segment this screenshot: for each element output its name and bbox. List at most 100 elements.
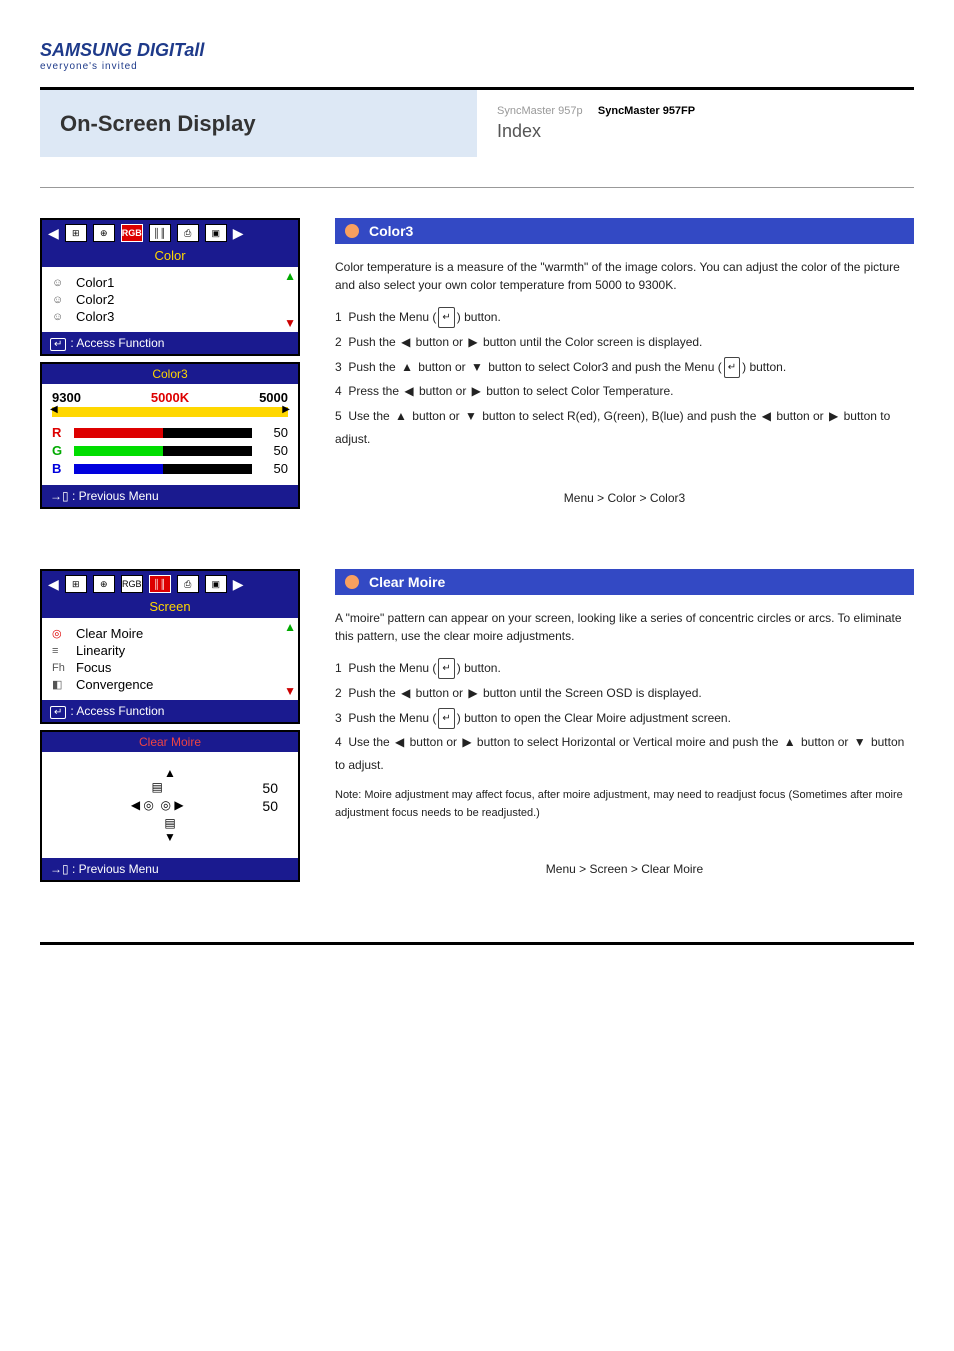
color3-icon: ☺ (52, 311, 70, 323)
list-item[interactable]: FhFocus (52, 660, 288, 675)
right-arrow-icon: ▶ (472, 384, 481, 398)
step-1: 1 Push the Menu (↵) button. (335, 306, 914, 329)
tab-icon-position-icon[interactable]: ⊞ (65, 575, 87, 593)
enter-icon: ↵ (50, 338, 66, 351)
tab-icon-geometry-icon[interactable]: ⊕ (93, 575, 115, 593)
enter-icon: ↵ (438, 658, 454, 679)
tabs-right-arrow[interactable]: ▶ (233, 225, 244, 242)
list-scroll-up-icon[interactable]: ▲ (284, 620, 296, 634)
b-slider[interactable]: B50 (52, 461, 288, 476)
down-arrow-icon: ▼ (465, 409, 477, 423)
tab-icon-screen-icon[interactable]: ║║ (149, 575, 171, 593)
left-arrow-icon: ◀ (395, 735, 404, 749)
tab-icon-info-icon[interactable]: ▣ (205, 575, 227, 593)
list-scroll-down-icon[interactable]: ▼ (284, 316, 296, 330)
footer-divider (40, 942, 914, 945)
step-3: 3 Push the Menu (↵) button to open the C… (335, 707, 914, 730)
left-arrow-icon: ◀ (401, 686, 410, 700)
tab-icon-advanced-icon[interactable]: ⎙ (177, 575, 199, 593)
left-arrow-icon: ◀ (762, 409, 771, 423)
up-arrow-icon: ▲ (784, 735, 796, 749)
list-item[interactable]: ≡Linearity (52, 643, 288, 658)
section-title: Clear Moire (369, 574, 445, 590)
divider (40, 187, 914, 188)
section-description: Color temperature is a measure of the "w… (335, 258, 914, 294)
tab-icon-color-icon[interactable]: RGB (121, 224, 143, 242)
section-description: A "moire" pattern can appear on your scr… (335, 609, 914, 645)
right-arrow-icon: ▶ (468, 335, 477, 349)
list-scroll-down-icon[interactable]: ▼ (284, 684, 296, 698)
step-2: 2 Push the ◀ button or ▶ button until th… (335, 682, 914, 705)
left-arrow-icon: ◀ (131, 798, 140, 812)
tabs-left-arrow[interactable]: ◀ (48, 225, 59, 242)
right-arrow-icon: ▶ (462, 735, 471, 749)
list-item[interactable]: ☺Color3 (52, 309, 288, 324)
steps: 1 Push the Menu (↵) button. 2 Push the ◀… (335, 306, 914, 451)
list-item[interactable]: ◎Clear Moire (52, 626, 288, 641)
focus-icon: Fh (52, 662, 70, 674)
up-arrow-icon: ▲ (164, 766, 176, 780)
osd-color-panel: ◀ ⊞ ⊕ RGB ║║ ⎙ ▣ ▶ Color ▲ ▼ ☺Color1 ☺Co… (40, 218, 300, 356)
header-bar: On-Screen Display SyncMaster 957p SyncMa… (40, 87, 914, 157)
step-4: 4 Use the ◀ button or ▶ button to select… (335, 731, 914, 777)
tabs-right-arrow[interactable]: ▶ (233, 576, 244, 593)
linearity-icon: ≡ (52, 645, 70, 657)
scale-9300: 9300 (52, 390, 81, 405)
note-text: Note: Moire adjustment may affect focus,… (335, 787, 914, 822)
subpanel-title: Clear Moire (42, 732, 298, 752)
tab-icon-advanced-icon[interactable]: ⎙ (177, 224, 199, 242)
color2-icon: ☺ (52, 294, 70, 306)
access-function-hint: ↵: Access Function (42, 700, 298, 722)
up-arrow-icon: ▲ (395, 409, 407, 423)
tabs-left-arrow[interactable]: ◀ (48, 576, 59, 593)
tab-957fp[interactable]: SyncMaster 957FP (598, 105, 695, 117)
previous-menu-hint: →▯ : Previous Menu (42, 858, 298, 880)
previous-menu-hint: →▯ : Previous Menu (42, 485, 298, 507)
tab-957p[interactable]: SyncMaster 957p (497, 105, 583, 117)
index-link[interactable]: Index (497, 121, 894, 142)
g-slider[interactable]: G50 (52, 443, 288, 458)
tab-icon-geometry-icon[interactable]: ⊕ (93, 224, 115, 242)
left-arrow-icon: ◀ (401, 335, 410, 349)
step-4: 4 Press the ◀ button or ▶ button to sele… (335, 380, 914, 403)
v-moire-control-down[interactable]: ▤▼ (52, 816, 288, 844)
bullet-icon (345, 575, 359, 589)
enter-icon: ↵ (724, 357, 740, 378)
osd-panel-title: Color (42, 246, 298, 267)
logo-tagline: everyone's invited (40, 61, 914, 72)
v-moire-icon: ▤ (164, 816, 175, 830)
logo: SAMSUNG DIGITall everyone's invited (40, 40, 914, 72)
osd-moire-subpanel: Clear Moire ▲▤50 ◀ ◎ ◎ ▶50 ▤▼ →▯ : Previ… (40, 730, 300, 882)
down-arrow-icon: ▼ (164, 830, 176, 844)
step-3: 3 Push the ▲ button or ▼ button to selec… (335, 356, 914, 379)
tab-icon-info-icon[interactable]: ▣ (205, 224, 227, 242)
temperature-scale: 9300 5000K 5000 (52, 390, 288, 405)
breadcrumb: Menu > Color > Color3 (335, 491, 914, 505)
enter-icon: ↵ (50, 706, 66, 719)
h-moire-icon: ◎ (161, 798, 171, 812)
list-item[interactable]: ☺Color1 (52, 275, 288, 290)
clear-moire-icon: ◎ (52, 627, 70, 640)
tab-icon-screen-icon[interactable]: ║║ (149, 224, 171, 242)
enter-icon: ↵ (438, 307, 454, 328)
h-moire-control[interactable]: ◀ ◎ ◎ ▶50 (52, 798, 288, 812)
osd-screen-panel: ◀ ⊞ ⊕ RGB ║║ ⎙ ▣ ▶ Screen ▲ ▼ ◎Clear Moi… (40, 569, 300, 724)
section-heading: Clear Moire (335, 569, 914, 595)
step-1: 1 Push the Menu (↵) button. (335, 657, 914, 680)
bullet-icon (345, 224, 359, 238)
step-2: 2 Push the ◀ button or ▶ button until th… (335, 331, 914, 354)
enter-icon: ↵ (438, 708, 454, 729)
list-item[interactable]: ☺Color2 (52, 292, 288, 307)
v-moire-control[interactable]: ▲▤50 (52, 766, 288, 794)
r-slider[interactable]: R50 (52, 425, 288, 440)
osd-color3-subpanel: Color3 9300 5000K 5000 R50 G50 B50 →▯ : … (40, 362, 300, 509)
list-item[interactable]: ◧Convergence (52, 677, 288, 692)
tab-icon-color-icon[interactable]: RGB (121, 575, 143, 593)
scale-5000k: 5000K (151, 390, 189, 405)
temperature-slider[interactable] (52, 407, 288, 417)
page-title: On-Screen Display (60, 111, 256, 137)
osd-tabs: ◀ ⊞ ⊕ RGB ║║ ⎙ ▣ ▶ (42, 220, 298, 246)
list-scroll-up-icon[interactable]: ▲ (284, 269, 296, 283)
tab-icon-position-icon[interactable]: ⊞ (65, 224, 87, 242)
right-arrow-icon: ▶ (174, 798, 183, 812)
